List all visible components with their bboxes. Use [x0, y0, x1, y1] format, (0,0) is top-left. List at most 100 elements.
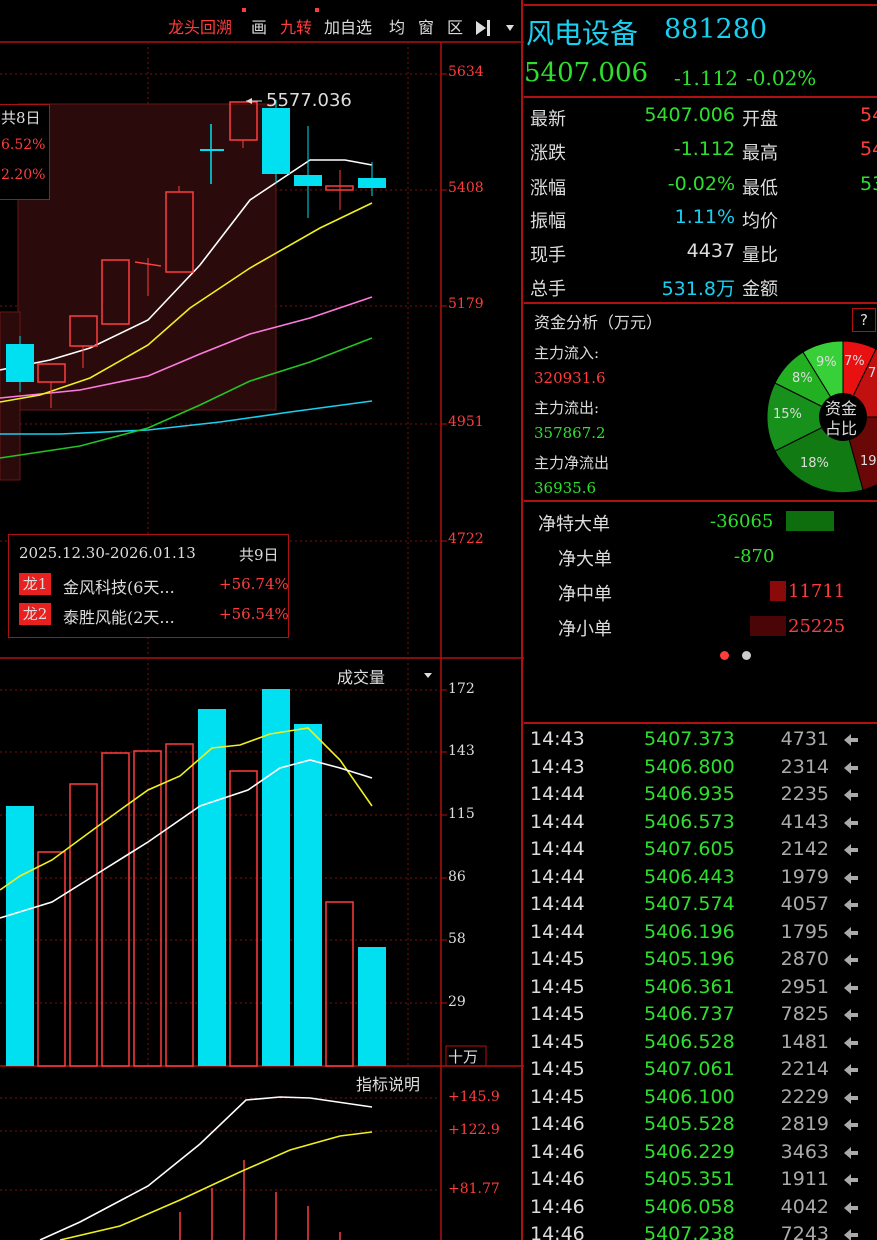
tick-row[interactable]: 14:46 5405.528 2819 — [524, 1113, 877, 1141]
tick-row[interactable]: 14:46 5405.351 1911 — [524, 1168, 877, 1196]
tick-row[interactable]: 14:43 5407.373 4731 — [524, 728, 877, 756]
price-axis-label: 4951 — [448, 414, 484, 430]
tick-time: 14:46 — [530, 1113, 585, 1135]
tick-price: 5406.800 — [644, 755, 735, 778]
sell-arrow-icon — [844, 844, 858, 856]
volume-axis-label: 115 — [448, 806, 475, 822]
pie-slice-label: 15% — [773, 407, 802, 422]
volume-unit[interactable]: 十万 — [448, 1046, 478, 1067]
tick-volume: 2142 — [780, 838, 829, 860]
current-hand-value: 4437 — [686, 240, 735, 262]
sell-arrow-icon — [844, 789, 858, 801]
tick-volume: 7825 — [780, 1003, 829, 1025]
tick-volume: 2870 — [780, 948, 829, 970]
open-value: 54 — [860, 104, 877, 126]
tick-volume: 2951 — [780, 975, 829, 998]
sell-arrow-icon — [844, 1119, 858, 1131]
tick-row[interactable]: 14:45 5405.196 2870 — [524, 948, 877, 976]
chart-area[interactable]: 龙头回溯 画 九转 加自选 均 窗 区 5634 5408 5179 4951 … — [0, 0, 524, 1240]
tick-time: 14:44 — [530, 893, 585, 915]
sell-arrow-icon — [844, 1229, 858, 1240]
tick-price: 5407.574 — [644, 893, 735, 915]
main-inflow-value: 320931.6 — [534, 369, 606, 387]
tick-row[interactable]: 14:45 5406.737 7825 — [524, 1003, 877, 1031]
tick-volume: 3463 — [780, 1140, 829, 1163]
dragon-stock-pct: +56.54% — [219, 605, 289, 623]
volume-title[interactable]: 成交量 — [337, 664, 385, 688]
range-pct: 6.52% — [1, 137, 46, 153]
tick-price: 5406.443 — [644, 865, 735, 888]
tick-time: 14:45 — [530, 975, 585, 998]
tick-time: 14:44 — [530, 838, 585, 860]
volume-axis-label: 29 — [448, 994, 466, 1010]
tick-row[interactable]: 14:44 5406.196 1795 — [524, 921, 877, 949]
order-label: 净大单 — [558, 549, 612, 570]
tick-volume: 2819 — [780, 1113, 829, 1135]
tick-row[interactable]: 14:44 5406.573 4143 — [524, 811, 877, 839]
tick-price: 5407.238 — [644, 1223, 735, 1240]
tick-row[interactable]: 14:46 5407.238 7243 — [524, 1223, 877, 1240]
total-hand-value: 531.8万 — [661, 278, 735, 300]
order-value: 25225 — [788, 616, 846, 637]
tick-row[interactable]: 14:46 5406.229 3463 — [524, 1141, 877, 1169]
tick-volume: 2229 — [780, 1085, 829, 1108]
high-price-marker: 5577.036 — [266, 90, 352, 111]
tick-list[interactable]: 14:43 5407.373 4731 14:43 5406.800 2314 14:44 5… — [524, 728, 877, 1240]
volume-axis-label: 172 — [448, 681, 475, 697]
dragon-stock-name[interactable]: 金风科技(6天... — [63, 574, 175, 598]
sell-arrow-icon — [844, 1036, 858, 1049]
dragon-stock-name[interactable]: 泰胜风能(2天... — [63, 604, 175, 628]
indicator-axis-label: +122.9 — [448, 1122, 500, 1138]
day-count: 共9日 — [239, 546, 279, 564]
divider — [524, 302, 877, 304]
amount-label: 金额 — [742, 279, 778, 300]
pie-slice-label: 19 — [860, 454, 877, 469]
indicator-axis-label: +145.9 — [448, 1089, 500, 1105]
tick-row[interactable]: 14:45 5406.528 1481 — [524, 1031, 877, 1059]
main-net-outflow-value: 36935.6 — [534, 479, 597, 497]
tick-row[interactable]: 14:45 5406.361 2951 — [524, 976, 877, 1004]
tick-row[interactable]: 14:45 5407.061 2214 — [524, 1058, 877, 1086]
page-dot-active[interactable] — [720, 651, 729, 660]
quote-panel: 风电设备 881280 5407.006 -1.112 -0.02% 最新 54… — [524, 0, 877, 1240]
date-range: 2025.12.30-2026.01.13 — [19, 544, 196, 562]
page-dot[interactable] — [742, 651, 751, 660]
tick-volume: 4042 — [780, 1195, 829, 1218]
order-bar — [770, 581, 786, 601]
tick-price: 5407.605 — [644, 838, 735, 860]
tick-row[interactable]: 14:43 5406.800 2314 — [524, 756, 877, 784]
pct-value: -0.02% — [667, 173, 735, 195]
tick-row[interactable]: 14:44 5407.574 4057 — [524, 893, 877, 921]
open-label: 开盘 — [742, 109, 778, 130]
tick-time: 14:43 — [530, 728, 585, 750]
total-hand-label: 总手 — [530, 279, 566, 300]
tick-row[interactable]: 14:46 5406.058 4042 — [524, 1196, 877, 1224]
help-button[interactable]: ? — [852, 308, 876, 332]
tick-price: 5406.528 — [644, 1030, 735, 1053]
indicator-help-title[interactable]: 指标说明 — [356, 1071, 420, 1095]
tick-row[interactable]: 14:44 5407.605 2142 — [524, 838, 877, 866]
pie-slice-label: 8% — [792, 371, 813, 386]
tick-row[interactable]: 14:44 5406.443 1979 — [524, 866, 877, 894]
order-bar — [786, 511, 834, 531]
tick-time: 14:45 — [530, 1030, 585, 1053]
order-value: -870 — [734, 546, 775, 567]
divider — [524, 722, 877, 724]
dragon-tag: 龙2 — [19, 603, 51, 625]
order-label: 净特大单 — [538, 514, 610, 535]
tick-row[interactable]: 14:45 5406.100 2229 — [524, 1086, 877, 1114]
tick-volume: 2314 — [780, 755, 829, 778]
pie-slice-label: 18% — [800, 456, 829, 471]
dragon-tag: 龙1 — [19, 573, 51, 595]
price-axis-label: 4722 — [448, 531, 484, 547]
fund-analysis-title: 资金分析（万元） — [534, 313, 663, 332]
sell-arrow-icon — [844, 816, 858, 829]
tick-volume: 7243 — [780, 1223, 829, 1240]
main-outflow-label: 主力流出: — [534, 399, 600, 417]
order-value: -36065 — [710, 511, 774, 532]
latest-label: 最新 — [530, 109, 566, 130]
tick-price: 5405.351 — [644, 1168, 735, 1190]
volume-axis-label: 143 — [448, 743, 475, 759]
tick-price: 5406.196 — [644, 920, 735, 943]
tick-row[interactable]: 14:44 5406.935 2235 — [524, 783, 877, 811]
